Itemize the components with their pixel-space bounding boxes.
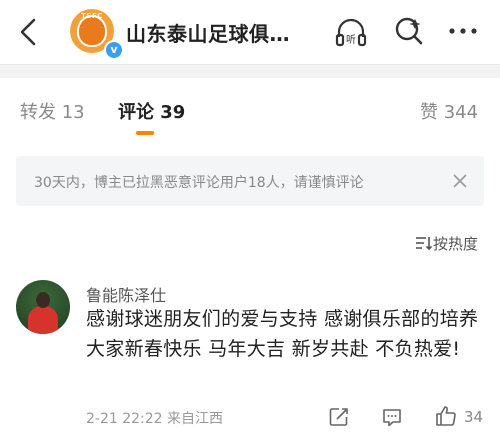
svg-text:听: 听 (346, 34, 356, 46)
tab-likes[interactable]: 赞 344 (420, 98, 478, 124)
comment-item: 鲁能陈泽仕 感谢球迷朋友们的爱与支持 感谢俱乐部的培养 大家新春快乐 马年大吉 … (0, 270, 500, 440)
search-icon[interactable] (393, 15, 425, 47)
comment-text: 感谢球迷朋友们的爱与支持 感谢俱乐部的培养 大家新春快乐 马年大吉 新岁共赴 不… (86, 308, 479, 360)
avatar-head (36, 292, 50, 308)
sort-icon[interactable] (414, 235, 432, 251)
avatar-shirt (28, 306, 58, 334)
section-divider (0, 64, 500, 78)
comment-notice: 30天内，博主已拉黑恶意评论用户18人，请谨慎评论 (16, 156, 484, 206)
like-icon[interactable] (434, 404, 458, 428)
page-title[interactable]: 山东泰山足球俱… (126, 18, 290, 47)
active-tab-indicator (136, 131, 154, 135)
sort-label[interactable]: 按热度 (433, 233, 478, 254)
back-arrow-icon[interactable] (14, 16, 44, 48)
comment-meta: 2-21 22:22 来自江西 (86, 411, 224, 427)
top-bar: TSFC v 山东泰山足球俱… 听 (0, 0, 500, 64)
commenter-avatar[interactable] (16, 280, 70, 334)
notice-text: 30天内，博主已拉黑恶意评论用户18人，请谨慎评论 (34, 175, 364, 191)
like-count: 34 (464, 408, 484, 426)
commenter-name[interactable]: 鲁能陈泽仕 (86, 282, 166, 306)
sort-bar: 按热度 (0, 228, 500, 258)
avatar-text: TSFC (81, 12, 103, 20)
close-icon[interactable] (450, 171, 470, 191)
share-icon[interactable] (328, 406, 350, 428)
more-icon[interactable] (446, 17, 480, 45)
verified-badge: v (104, 40, 124, 60)
tab-comments[interactable]: 评论 39 (118, 98, 185, 124)
tab-reposts[interactable]: 转发 13 (20, 98, 85, 124)
tab-bar: 转发 13 评论 39 赞 344 (0, 78, 500, 140)
reply-icon[interactable] (381, 406, 403, 428)
listen-icon[interactable]: 听 (334, 15, 368, 49)
